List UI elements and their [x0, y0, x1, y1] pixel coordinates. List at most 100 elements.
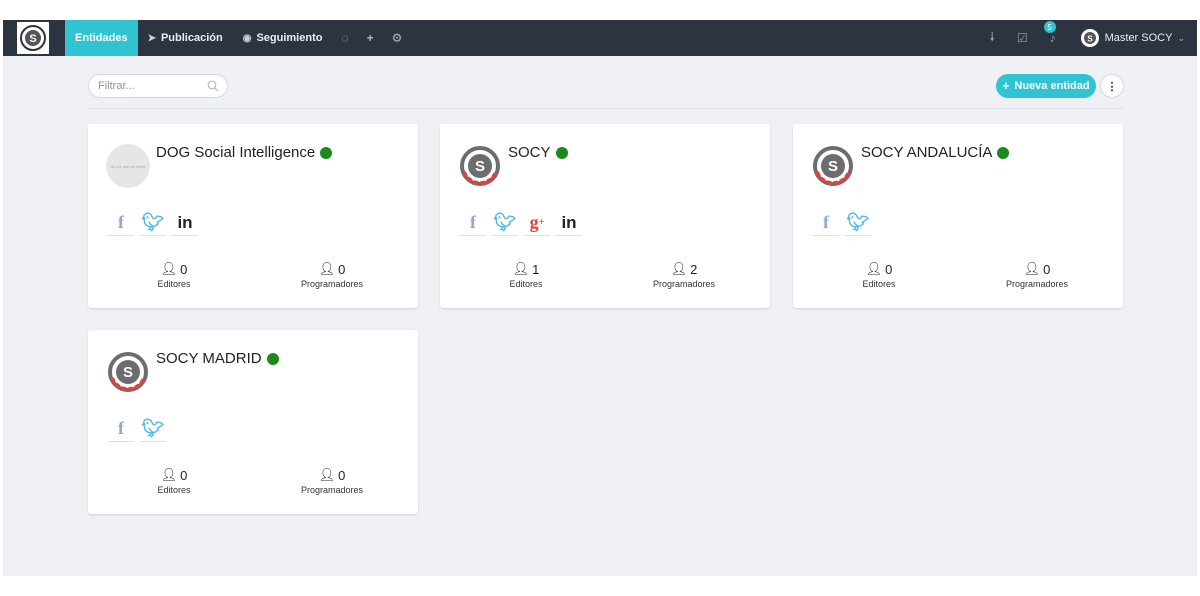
chevron-down-icon: ⌄ — [1177, 32, 1185, 43]
entity-card[interactable]: S SOCY ANDALUCÍA f 🐦︎ 👤︎ 0 Editores 👤︎ 0 P… — [793, 124, 1123, 308]
user-menu[interactable]: S Master SOCY ⌄ — [1080, 28, 1185, 48]
status-online-dot — [320, 146, 333, 159]
nav-entidades-label: Entidades — [75, 32, 128, 44]
gear-icon: ⚙ — [391, 31, 403, 45]
person-icon: 👤︎ — [160, 261, 178, 276]
editors-count: 0 — [180, 467, 188, 483]
entity-name: SOCY MADRID — [156, 350, 262, 367]
bell-icon: ♪ — [1049, 31, 1056, 45]
socy-logo-icon: S — [812, 145, 854, 187]
nav-publicacion[interactable]: ➤ Publicación — [138, 20, 233, 56]
more-options-button[interactable]: ⋮ — [1100, 74, 1124, 98]
rocket-icon: ➤ — [147, 32, 156, 44]
chat-button[interactable]: ◌ — [332, 20, 357, 56]
programmers-count: 0 — [1043, 261, 1051, 277]
editors-stat: 👤︎ 0 Editores — [819, 261, 939, 289]
facebook-icon[interactable]: f — [108, 416, 134, 442]
notification-badge: 5 — [1043, 21, 1056, 33]
editors-label: Editores — [862, 279, 896, 289]
person-icon: 👤︎ — [318, 261, 336, 276]
svg-text:S: S — [828, 158, 838, 175]
programmers-label: Programadores — [652, 279, 716, 289]
tasks-icon[interactable]: ☑ — [1017, 31, 1028, 45]
nav-entidades[interactable]: Entidades — [65, 20, 138, 56]
entity-card[interactable]: do not use as prefix DOG Social Intellig… — [88, 124, 418, 308]
chat-icon: ◌ — [341, 31, 349, 45]
user-avatar: S — [1080, 29, 1099, 47]
editors-stat: 👤︎ 0 Editores — [114, 467, 234, 495]
programmers-stat: 👤︎ 0 Programadores — [272, 467, 392, 495]
twitter-icon[interactable]: 🐦︎ — [492, 210, 518, 236]
facebook-icon[interactable]: f — [813, 210, 839, 236]
person-icon: 👤︎ — [160, 467, 178, 482]
add-button[interactable]: + — [358, 20, 383, 56]
filter-input[interactable] — [98, 80, 203, 92]
nav-seguimiento[interactable]: ◉ Seguimiento — [233, 20, 333, 56]
app-frame: S Entidades ➤ Publicación ◉ Seguimiento … — [3, 20, 1197, 576]
programmers-label: Programadores — [300, 485, 364, 495]
svg-text:S: S — [123, 364, 133, 381]
svg-text:S: S — [475, 158, 485, 175]
twitter-icon[interactable]: 🐦︎ — [140, 210, 166, 236]
social-links: f 🐦︎ — [813, 210, 877, 236]
editors-count: 0 — [180, 261, 188, 277]
entity-avatar: do not use as prefix — [106, 144, 150, 188]
plus-icon: + — [366, 31, 374, 45]
status-online-dot — [266, 352, 279, 365]
search-icon — [207, 80, 219, 92]
social-links: f 🐦︎ — [108, 416, 172, 442]
programmers-label: Programadores — [1005, 279, 1069, 289]
entity-title-row: DOG Social Intelligence — [156, 144, 333, 161]
editors-label: Editores — [157, 485, 191, 495]
download-icon[interactable]: 🠗 — [990, 28, 995, 49]
facebook-icon[interactable]: f — [108, 210, 134, 236]
entity-name: DOG Social Intelligence — [156, 144, 316, 161]
nav-publicacion-label: Publicación — [160, 32, 223, 44]
person-icon: 👤︎ — [1023, 261, 1041, 276]
entity-card[interactable]: S SOCY f 🐦︎ g + in 👤︎ 1 Editores 👤︎ 2 Progr… — [440, 124, 770, 308]
vertical-dots-icon: ⋮ — [1106, 80, 1118, 93]
socy-logo-icon: S — [107, 351, 149, 393]
facebook-icon[interactable]: f — [460, 210, 486, 236]
person-icon: 👤︎ — [318, 467, 336, 482]
entity-title-row: SOCY MADRID — [156, 350, 279, 367]
divider — [88, 108, 1124, 109]
entity-name: SOCY — [508, 144, 551, 161]
person-icon: 👤︎ — [865, 261, 883, 276]
user-name: Master SOCY — [1104, 32, 1173, 44]
entity-avatar: S — [106, 350, 150, 394]
person-icon: 👤︎ — [512, 261, 530, 276]
linkedin-icon[interactable]: in — [556, 210, 582, 236]
status-online-dot — [997, 146, 1010, 159]
editors-label: Editores — [509, 279, 543, 289]
svg-text:S: S — [29, 33, 36, 45]
filter-field[interactable] — [88, 74, 228, 98]
person-icon: 👤︎ — [670, 261, 688, 276]
placeholder-avatar: do not use as prefix — [106, 144, 150, 188]
entity-title-row: SOCY ANDALUCÍA — [861, 144, 1010, 161]
entity-avatar: S — [811, 144, 855, 188]
new-entity-label: Nueva entidad — [1014, 80, 1090, 92]
programmers-stat: 👤︎ 0 Programadores — [272, 261, 392, 289]
entity-title-row: SOCY — [508, 144, 568, 161]
programmers-label: Programadores — [300, 279, 364, 289]
settings-button[interactable]: ⚙ — [383, 20, 412, 56]
main-nav: Entidades ➤ Publicación ◉ Seguimiento ◌ … — [65, 20, 411, 56]
twitter-icon[interactable]: 🐦︎ — [845, 210, 871, 236]
new-entity-button[interactable]: + Nueva entidad — [996, 74, 1096, 98]
editors-stat: 👤︎ 0 Editores — [114, 261, 234, 289]
editors-stat: 👤︎ 1 Editores — [466, 261, 586, 289]
linkedin-icon[interactable]: in — [172, 210, 198, 236]
top-navbar: S Entidades ➤ Publicación ◉ Seguimiento … — [3, 20, 1197, 56]
google-plus-icon[interactable]: g + — [524, 210, 550, 236]
notifications-button[interactable]: 5 ♪ — [1043, 21, 1056, 45]
socy-logo-icon: S — [20, 25, 46, 51]
twitter-icon[interactable]: 🐦︎ — [140, 416, 166, 442]
target-icon: ◉ — [242, 32, 252, 44]
editors-label: Editores — [157, 279, 191, 289]
programmers-count: 0 — [338, 467, 346, 483]
editors-count: 0 — [885, 261, 893, 277]
app-logo[interactable]: S — [17, 22, 49, 54]
entity-card[interactable]: S SOCY MADRID f 🐦︎ 👤︎ 0 Editores 👤︎ 0 Prog… — [88, 330, 418, 514]
social-links: f 🐦︎ g + in — [460, 210, 588, 236]
